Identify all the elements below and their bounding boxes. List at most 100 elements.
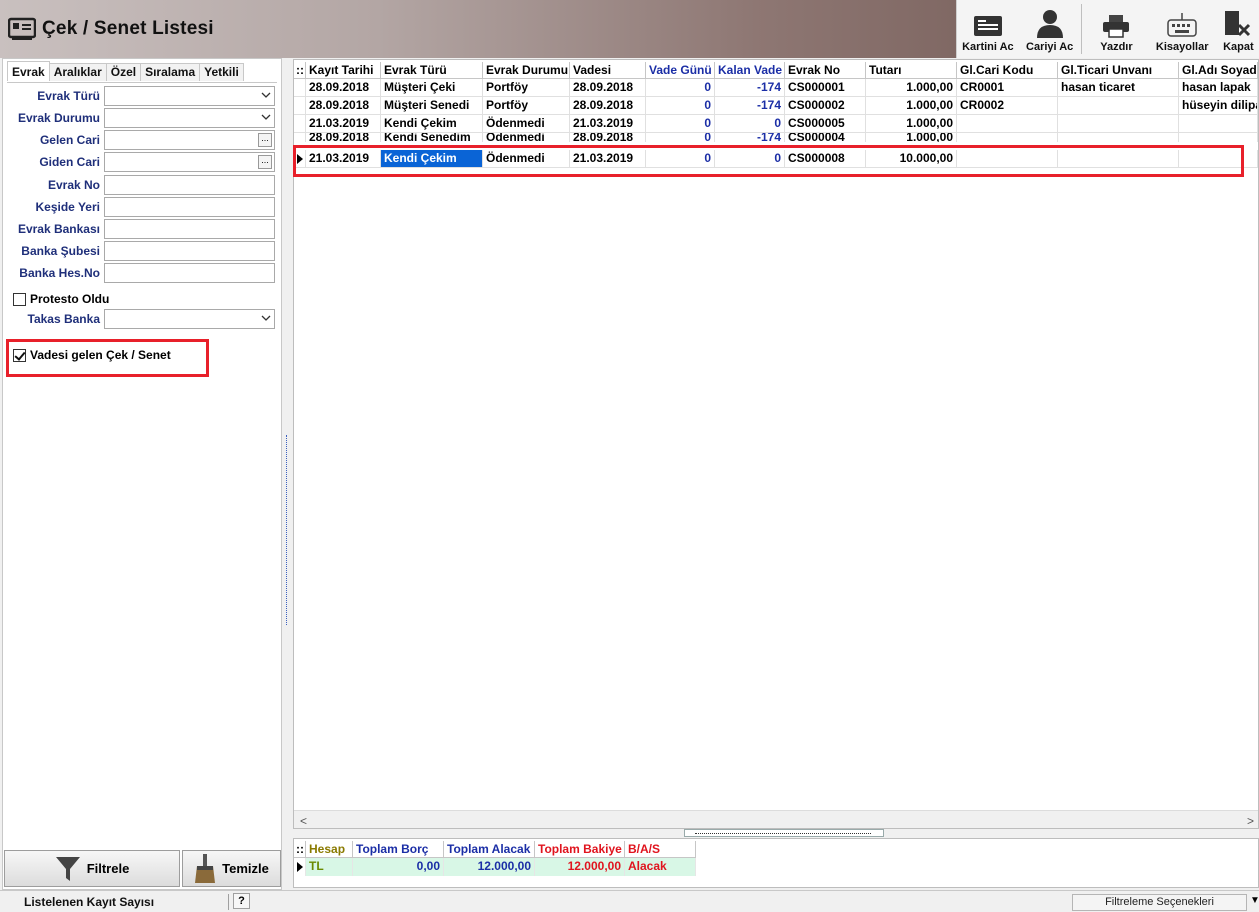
- chevron-down-icon[interactable]: ▼: [1250, 895, 1259, 906]
- col-kalan-vade[interactable]: Kalan Vade: [715, 62, 785, 79]
- tab-araliklar[interactable]: Aralıklar: [48, 63, 107, 81]
- col-evrak-durumu[interactable]: Evrak Durumu: [483, 62, 570, 79]
- title-bar: Çek / Senet Listesi Kartini Ac Cariyi Ac: [0, 0, 1259, 58]
- close-button[interactable]: Kapat: [1213, 0, 1259, 58]
- col-cari-kodu[interactable]: Gl.Cari Kodu: [957, 62, 1058, 79]
- app-title: Çek / Senet Listesi: [8, 14, 214, 44]
- grid-corner: ::: [294, 62, 306, 79]
- col-ticari-unvani[interactable]: Gl.Ticari Unvanı: [1058, 62, 1179, 79]
- clear-button[interactable]: Temizle: [182, 850, 281, 887]
- summary-grid: :: Hesap Toplam Borç Toplam Alacak Topla…: [293, 838, 1259, 888]
- tab-divider: [7, 82, 277, 83]
- grid-splitter[interactable]: [684, 829, 884, 837]
- banka-subesi-label: Banka Şubesi: [21, 244, 100, 258]
- shortcuts-button[interactable]: Kisayollar: [1151, 0, 1213, 58]
- col-kayit-tarihi[interactable]: Kayıt Tarihi: [306, 62, 381, 79]
- filter-panel: Evrak Aralıklar Özel Sıralama Yetkili Ev…: [2, 58, 282, 890]
- ellipsis-icon[interactable]: ...: [258, 155, 272, 169]
- summary-corner: ::: [294, 841, 306, 858]
- status-separator: [228, 894, 229, 910]
- highlight-box-vadesi: [6, 339, 209, 377]
- col-vade-gunu[interactable]: Vade Günü: [646, 62, 715, 79]
- help-button[interactable]: ?: [233, 893, 250, 909]
- tab-ozel[interactable]: Özel: [105, 63, 142, 81]
- summary-row[interactable]: TL 0,00 12.000,00 12.000,00 Alacak: [294, 858, 696, 876]
- takas-banka-label: Takas Banka: [27, 312, 101, 326]
- funnel-icon: [55, 856, 80, 881]
- filter-options-button[interactable]: Filtreleme Seçenekleri: [1072, 894, 1247, 911]
- chevron-down-icon: [261, 114, 271, 120]
- chevron-down-icon: [261, 92, 271, 98]
- col-vadesi[interactable]: Vadesi: [570, 62, 646, 79]
- giden-cari-input[interactable]: ...: [104, 152, 275, 172]
- col-hesap[interactable]: Hesap: [306, 841, 353, 858]
- close-app-icon: [1225, 11, 1251, 37]
- table-row[interactable]: 28.09.2018 Müşteri Senedi Portföy 28.09.…: [294, 97, 1258, 115]
- summary-header: :: Hesap Toplam Borç Toplam Alacak Topla…: [294, 841, 696, 858]
- open-account-button[interactable]: Cariyi Ac: [1019, 0, 1081, 58]
- print-button[interactable]: Yazdır: [1082, 0, 1152, 58]
- takas-banka-row: Takas Banka: [3, 309, 275, 329]
- card-icon: [973, 16, 1002, 36]
- splitter-dots: [695, 833, 871, 834]
- evrak-no-row: Evrak No: [3, 175, 275, 195]
- col-toplam-borc[interactable]: Toplam Borç: [353, 841, 444, 858]
- horizontal-scrollbar[interactable]: < >: [294, 810, 1258, 828]
- keside-yeri-row: Keşide Yeri: [3, 197, 275, 217]
- records-grid: :: Kayıt Tarihi Evrak Türü Evrak Durumu …: [293, 59, 1259, 829]
- keside-yeri-label: Keşide Yeri: [35, 200, 101, 214]
- open-card-button[interactable]: Kartini Ac: [957, 0, 1019, 58]
- evrak-bankasi-input[interactable]: [104, 219, 275, 239]
- protesto-checkbox[interactable]: [13, 292, 26, 306]
- evrak-no-label: Evrak No: [47, 178, 100, 192]
- toolbar: Kartini Ac Cariyi Ac Yazdır Kisayollar K…: [956, 0, 1259, 58]
- tab-siralama[interactable]: Sıralama: [140, 63, 201, 81]
- keside-yeri-input[interactable]: [104, 197, 275, 217]
- banka-hesno-row: Banka Hes.No: [3, 263, 275, 283]
- banka-subesi-input[interactable]: [104, 241, 275, 261]
- gelen-cari-input[interactable]: ...: [104, 130, 275, 150]
- evrak-turu-dropdown[interactable]: [104, 86, 275, 106]
- col-evrak-turu[interactable]: Evrak Türü: [381, 62, 483, 79]
- panel-splitter[interactable]: [284, 58, 292, 890]
- banka-hesno-input[interactable]: [104, 263, 275, 283]
- col-adi-soyadi[interactable]: Gl.Adı Soyadı: [1179, 62, 1258, 79]
- evrak-durumu-row: Evrak Durumu: [3, 108, 275, 128]
- keyboard-icon: [1167, 13, 1197, 37]
- col-tutari[interactable]: Tutarı: [866, 62, 957, 79]
- col-toplam-bakiye[interactable]: Toplam Bakiye: [535, 841, 625, 858]
- chevron-down-icon: [261, 315, 271, 321]
- tab-evrak[interactable]: Evrak: [7, 61, 50, 81]
- ellipsis-icon[interactable]: ...: [258, 133, 272, 147]
- evrak-no-input[interactable]: [104, 175, 275, 195]
- printer-icon: [1103, 15, 1130, 38]
- protesto-row: Protesto Oldu: [13, 292, 109, 306]
- page-title: Çek / Senet Listesi: [42, 18, 214, 39]
- col-bas[interactable]: B/A/S: [625, 841, 696, 858]
- table-row[interactable]: 21.03.2019 Kendi Çekim Ödenmedi 21.03.20…: [294, 115, 1258, 133]
- table-row[interactable]: 28.09.2018 Kendi Senedim Ödenmedi 28.09.…: [294, 133, 1258, 142]
- tab-yetkili[interactable]: Yetkili: [199, 63, 244, 81]
- table-row[interactable]: 28.09.2018 Müşteri Çeki Portföy 28.09.20…: [294, 79, 1258, 97]
- gelen-cari-row: Gelen Cari ...: [3, 130, 275, 150]
- giden-cari-label: Giden Cari: [39, 155, 100, 169]
- row-indicator: [294, 858, 306, 876]
- evrak-bankasi-label: Evrak Bankası: [17, 222, 100, 236]
- evrak-durumu-label: Evrak Durumu: [17, 111, 100, 125]
- filter-button[interactable]: Filtrele: [4, 850, 180, 887]
- evrak-turu-row: Evrak Türü: [3, 86, 275, 106]
- takas-banka-dropdown[interactable]: [104, 309, 275, 329]
- giden-cari-row: Giden Cari ...: [3, 152, 275, 172]
- col-evrak-no[interactable]: Evrak No: [785, 62, 866, 79]
- evrak-durumu-dropdown[interactable]: [104, 108, 275, 128]
- scroll-left-icon[interactable]: <: [300, 814, 307, 828]
- record-count-label: Listelenen Kayıt Sayısı: [24, 895, 155, 909]
- scroll-right-icon[interactable]: >: [1247, 814, 1254, 828]
- splitter-grip[interactable]: [286, 435, 289, 625]
- broom-icon: [195, 853, 216, 883]
- banka-hesno-label: Banka Hes.No: [19, 266, 100, 280]
- banka-subesi-row: Banka Şubesi: [3, 241, 275, 261]
- col-toplam-alacak[interactable]: Toplam Alacak: [444, 841, 535, 858]
- highlight-box-row: [293, 145, 1244, 177]
- evrak-bankasi-row: Evrak Bankası: [3, 219, 275, 239]
